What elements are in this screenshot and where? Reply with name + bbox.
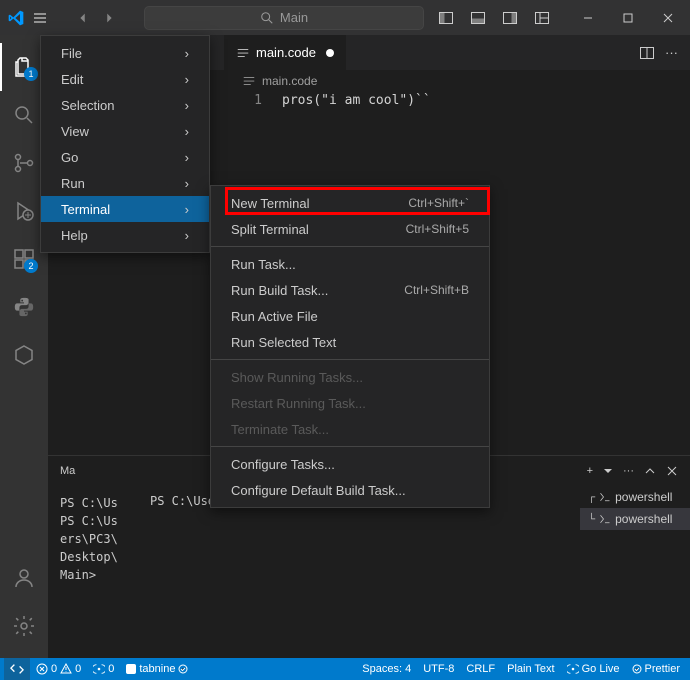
code-content: pros("i am cool")`` bbox=[282, 92, 431, 110]
line-number: 1 bbox=[242, 92, 282, 110]
status-bar: 0 0 0 tabnine Spaces: 4 UTF-8 CRLF Plain… bbox=[0, 658, 690, 680]
extensions-badge: 2 bbox=[24, 259, 38, 273]
remote-indicator[interactable] bbox=[4, 658, 30, 680]
nav-back-icon[interactable] bbox=[76, 11, 90, 25]
status-errors[interactable]: 0 0 bbox=[30, 663, 87, 675]
maximize-button[interactable] bbox=[608, 0, 648, 35]
status-language[interactable]: Plain Text bbox=[501, 663, 561, 675]
menu-button[interactable] bbox=[32, 4, 48, 32]
command-center-text: Main bbox=[280, 10, 308, 25]
toggle-secondary-icon[interactable] bbox=[496, 4, 524, 32]
menu-terminal[interactable]: Terminal› bbox=[41, 196, 209, 222]
terminal-tabs: ┌ powershell └ powershell bbox=[580, 486, 690, 530]
terminal-tab[interactable]: ┌ powershell bbox=[580, 486, 690, 508]
nav-forward-icon[interactable] bbox=[102, 11, 116, 25]
main-menu: File› Edit› Selection› View› Go› Run› Te… bbox=[40, 35, 210, 253]
activity-python[interactable] bbox=[0, 283, 48, 331]
submenu-run-active-file[interactable]: Run Active File bbox=[211, 303, 489, 329]
toggle-sidebar-icon[interactable] bbox=[432, 4, 460, 32]
editor-more-icon[interactable]: ··· bbox=[665, 45, 678, 61]
status-ports[interactable]: 0 bbox=[87, 663, 120, 675]
menu-separator bbox=[211, 246, 489, 247]
submenu-new-terminal[interactable]: New TerminalCtrl+Shift+` bbox=[211, 190, 489, 216]
activity-hexagon[interactable] bbox=[0, 331, 48, 379]
title-bar: Main bbox=[0, 0, 690, 35]
menu-selection[interactable]: Selection› bbox=[41, 92, 209, 118]
dirty-indicator-icon bbox=[326, 49, 334, 57]
menu-go[interactable]: Go› bbox=[41, 144, 209, 170]
terminal-dropdown-icon[interactable] bbox=[603, 466, 613, 476]
new-terminal-icon[interactable]: + bbox=[587, 465, 593, 477]
command-center[interactable]: Main bbox=[144, 6, 424, 30]
terminal-tab[interactable]: └ powershell bbox=[580, 508, 690, 530]
toggle-panel-icon[interactable] bbox=[464, 4, 492, 32]
menu-file[interactable]: File› bbox=[41, 40, 209, 66]
submenu-terminate-task: Terminate Task... bbox=[211, 416, 489, 442]
explorer-badge: 1 bbox=[24, 67, 38, 81]
submenu-run-build-task[interactable]: Run Build Task...Ctrl+Shift+B bbox=[211, 277, 489, 303]
panel-more-icon[interactable]: ··· bbox=[623, 465, 634, 477]
tab-label: main.code bbox=[256, 45, 316, 60]
status-encoding[interactable]: UTF-8 bbox=[417, 663, 460, 675]
breadcrumb-text: main.code bbox=[262, 74, 317, 88]
close-button[interactable] bbox=[648, 0, 688, 35]
menu-help[interactable]: Help› bbox=[41, 222, 209, 248]
status-tabnine[interactable]: tabnine bbox=[120, 663, 194, 675]
submenu-show-running-tasks: Show Running Tasks... bbox=[211, 364, 489, 390]
terminal-pane-left[interactable]: PS C:\Us PS C:\Us ers\PC3\ Desktop\ Main… bbox=[48, 486, 138, 592]
activity-settings[interactable] bbox=[0, 602, 48, 650]
menu-separator bbox=[211, 359, 489, 360]
submenu-restart-running-task: Restart Running Task... bbox=[211, 390, 489, 416]
submenu-configure-default-build[interactable]: Configure Default Build Task... bbox=[211, 477, 489, 503]
status-spaces[interactable]: Spaces: 4 bbox=[356, 663, 417, 675]
panel-maximize-icon[interactable] bbox=[644, 465, 656, 477]
customize-layout-icon[interactable] bbox=[528, 4, 556, 32]
truncated-panel-tab[interactable]: Ma bbox=[60, 465, 75, 477]
panel-close-icon[interactable] bbox=[666, 465, 678, 477]
submenu-run-task[interactable]: Run Task... bbox=[211, 251, 489, 277]
submenu-run-selected-text[interactable]: Run Selected Text bbox=[211, 329, 489, 355]
split-editor-icon[interactable] bbox=[639, 45, 655, 61]
editor-tab[interactable]: main.code bbox=[224, 35, 346, 70]
vscode-logo-icon bbox=[8, 9, 24, 27]
terminal-submenu: New TerminalCtrl+Shift+` Split TerminalC… bbox=[210, 185, 490, 508]
menu-edit[interactable]: Edit› bbox=[41, 66, 209, 92]
status-eol[interactable]: CRLF bbox=[460, 663, 501, 675]
status-prettier[interactable]: Prettier bbox=[626, 663, 686, 675]
menu-run[interactable]: Run› bbox=[41, 170, 209, 196]
status-golive[interactable]: Go Live bbox=[561, 663, 626, 675]
menu-separator bbox=[211, 446, 489, 447]
activity-account[interactable] bbox=[0, 554, 48, 602]
minimize-button[interactable] bbox=[568, 0, 608, 35]
menu-view[interactable]: View› bbox=[41, 118, 209, 144]
submenu-configure-tasks[interactable]: Configure Tasks... bbox=[211, 451, 489, 477]
submenu-split-terminal[interactable]: Split TerminalCtrl+Shift+5 bbox=[211, 216, 489, 242]
